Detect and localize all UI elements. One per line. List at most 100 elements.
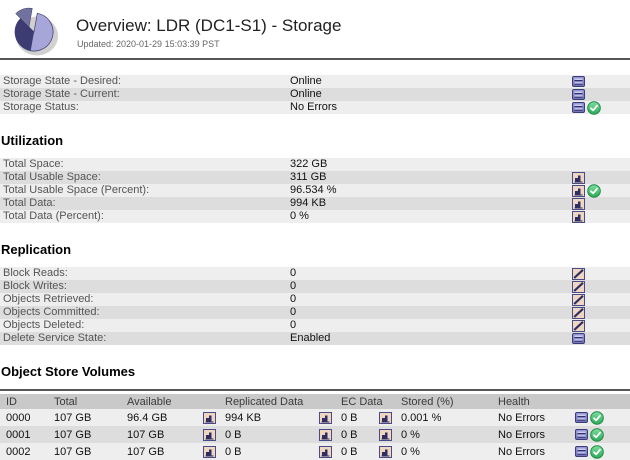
chart-icon[interactable] xyxy=(203,428,216,441)
column-header-ec-data: EC Data xyxy=(341,395,383,408)
replication-section: Block Reads: 0 Block Writes: 0 Objects R… xyxy=(0,267,630,345)
attribute-label: Storage State - Current: xyxy=(3,88,120,100)
attribute-value: 0 % xyxy=(290,210,309,222)
volume-total: 107 GB xyxy=(54,411,92,424)
volume-ec-data: 0 B xyxy=(341,428,358,441)
chart-icon[interactable] xyxy=(379,428,392,441)
state-icon[interactable] xyxy=(575,412,588,423)
chart-icon[interactable] xyxy=(379,411,392,424)
table-separator xyxy=(0,389,630,391)
attribute-row: Total Space: 322 GB xyxy=(0,158,630,171)
attribute-value: Enabled xyxy=(290,332,331,344)
table-row: 0002 107 GB 107 GB 0 B 0 B 0 % No Errors xyxy=(0,443,630,460)
volume-health: No Errors xyxy=(498,428,546,441)
chart-icon[interactable] xyxy=(379,445,392,458)
volume-id: 0001 xyxy=(6,428,31,441)
attribute-row: Objects Retrieved: 0 xyxy=(0,293,630,306)
attribute-label: Objects Deleted: xyxy=(3,319,85,331)
trend-icon[interactable] xyxy=(572,293,585,306)
attribute-label: Block Reads: xyxy=(3,267,68,279)
attribute-row: Total Usable Space (Percent): 96.534 % xyxy=(0,183,630,198)
column-header-stored-percent: Stored (%) xyxy=(401,395,454,408)
chart-icon[interactable] xyxy=(319,445,332,458)
attribute-row: Storage Status: No Errors xyxy=(0,100,630,115)
column-header-health: Health xyxy=(498,395,530,408)
attribute-label: Total Usable Space: xyxy=(3,171,101,183)
page-header: Overview: LDR (DC1-S1) - Storage Updated… xyxy=(0,0,630,56)
attribute-row: Block Writes: 0 xyxy=(0,280,630,293)
green-check-icon xyxy=(590,444,604,459)
attribute-row: Storage State - Desired: Online xyxy=(0,75,630,88)
attribute-label: Block Writes: xyxy=(3,280,67,292)
state-icon[interactable] xyxy=(572,76,585,87)
volume-stored-percent: 0 % xyxy=(401,428,420,441)
state-icon[interactable] xyxy=(572,102,585,113)
pie-chart-logo xyxy=(14,7,58,56)
attribute-row: Storage State - Current: Online xyxy=(0,88,630,101)
attribute-value: 322 GB xyxy=(290,158,328,170)
attribute-value: 96.534 % xyxy=(290,184,337,196)
attribute-row: Block Reads: 0 xyxy=(0,267,630,280)
trend-icon[interactable] xyxy=(572,319,585,332)
attribute-value: 0 xyxy=(290,319,297,331)
attribute-label: Storage Status: xyxy=(3,101,79,113)
chart-icon[interactable] xyxy=(203,445,216,458)
section-heading-object-store-volumes: Object Store Volumes xyxy=(1,364,136,379)
volume-available: 107 GB xyxy=(127,445,165,458)
chart-icon[interactable] xyxy=(319,428,332,441)
volumes-table-header: ID Total Available Replicated Data EC Da… xyxy=(0,394,630,409)
chart-icon[interactable] xyxy=(319,411,332,424)
volume-replicated: 0 B xyxy=(225,445,242,458)
trend-icon[interactable] xyxy=(572,306,585,319)
state-icon[interactable] xyxy=(575,429,588,440)
attribute-row: Delete Service State: Enabled xyxy=(0,332,630,345)
updated-timestamp: Updated: 2020-01-29 15:03:39 PST xyxy=(77,39,220,49)
green-check-icon xyxy=(587,183,601,198)
chart-icon[interactable] xyxy=(203,411,216,424)
attribute-label: Objects Committed: xyxy=(3,306,100,318)
green-check-icon xyxy=(587,100,601,115)
green-check-icon xyxy=(590,427,604,442)
state-icon[interactable] xyxy=(575,446,588,457)
trend-icon[interactable] xyxy=(572,267,585,280)
state-icon[interactable] xyxy=(572,333,585,344)
attribute-value: 0 xyxy=(290,306,297,318)
column-header-id: ID xyxy=(6,395,17,408)
volume-ec-data: 0 B xyxy=(341,411,358,424)
section-heading-utilization: Utilization xyxy=(1,133,64,148)
volume-replicated: 0 B xyxy=(225,428,242,441)
page-title: Overview: LDR (DC1-S1) - Storage xyxy=(76,16,342,35)
attribute-label: Total Data: xyxy=(3,197,56,209)
attribute-label: Total Space: xyxy=(3,158,64,170)
chart-icon[interactable] xyxy=(572,171,585,184)
volume-health: No Errors xyxy=(498,411,546,424)
attribute-value: 311 GB xyxy=(290,171,327,183)
trend-icon[interactable] xyxy=(572,280,585,293)
column-header-replicated-data: Replicated Data xyxy=(225,395,304,408)
attribute-row: Objects Deleted: 0 xyxy=(0,319,630,332)
attribute-value: 0 xyxy=(290,293,297,305)
utilization-section: Total Space: 322 GB Total Usable Space: … xyxy=(0,158,630,223)
attribute-value: 994 KB xyxy=(290,197,327,209)
chart-icon[interactable] xyxy=(572,210,585,223)
attribute-value: 0 xyxy=(290,280,297,292)
attribute-label: Storage State - Desired: xyxy=(3,75,122,87)
volume-stored-percent: 0 % xyxy=(401,445,420,458)
attribute-value: Online xyxy=(290,75,322,87)
volume-id: 0000 xyxy=(6,411,31,424)
attribute-value: Online xyxy=(290,88,322,100)
attribute-label: Delete Service State: xyxy=(3,332,107,344)
table-row: 0001 107 GB 107 GB 0 B 0 B 0 % No Errors xyxy=(0,426,630,443)
storage-state-section: Storage State - Desired: Online Storage … xyxy=(0,75,630,115)
volume-replicated: 994 KB xyxy=(225,411,262,424)
attribute-label: Total Usable Space (Percent): xyxy=(3,184,150,196)
attribute-value: 0 xyxy=(290,267,297,279)
attribute-row: Total Data: 994 KB xyxy=(0,197,630,210)
state-icon[interactable] xyxy=(572,89,585,100)
attribute-row: Total Usable Space: 311 GB xyxy=(0,171,630,184)
chart-icon[interactable] xyxy=(572,197,585,210)
attribute-row: Total Data (Percent): 0 % xyxy=(0,210,630,223)
header-separator xyxy=(0,58,630,60)
volume-ec-data: 0 B xyxy=(341,445,358,458)
chart-icon[interactable] xyxy=(572,184,585,197)
